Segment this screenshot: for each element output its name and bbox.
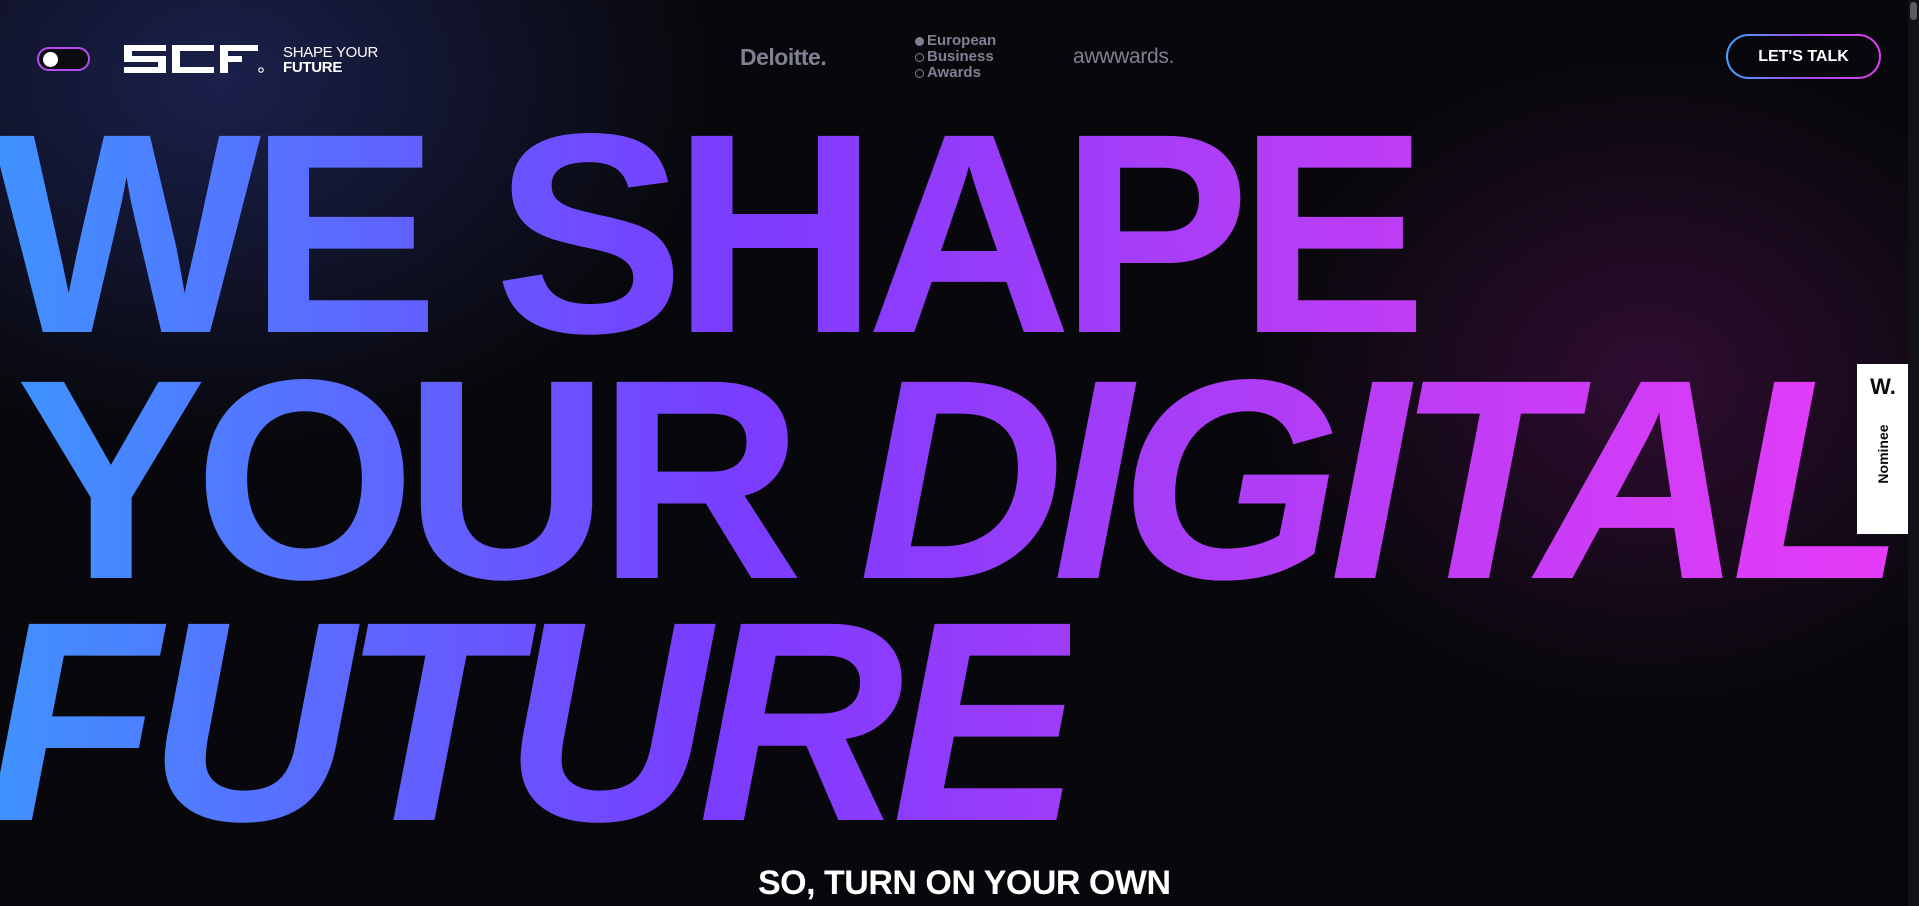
eba-dot-icon — [915, 36, 924, 46]
logo-tagline: SHAPE YOUR FUTURE — [283, 45, 378, 75]
partner-awwwards-logo: awwwards. — [1073, 45, 1175, 68]
scf-logo[interactable] — [124, 45, 264, 73]
eba-dot-icon — [915, 52, 924, 62]
nominee-label: Nominee — [1875, 424, 1891, 484]
toggle-knob — [43, 52, 58, 67]
hero-line-3: FUTURE — [0, 580, 1082, 865]
lets-talk-button[interactable]: LET'S TALK — [1726, 34, 1881, 79]
awwwards-nominee-badge[interactable]: W. Nominee — [1857, 364, 1909, 534]
awwwards-w-icon: W. — [1870, 374, 1896, 399]
scrollbar-thumb[interactable] — [1910, 2, 1917, 20]
tagline-line1: SHAPE YOUR — [283, 44, 379, 61]
tagline-line2: FUTURE — [283, 59, 343, 76]
scrollbar[interactable] — [1908, 0, 1919, 906]
eba-line1: European — [927, 32, 997, 49]
partner-deloitte-logo: Deloitte. — [740, 44, 827, 70]
theme-toggle[interactable] — [37, 47, 90, 71]
hero-subheading: SO, TURN ON YOUR OWN — [758, 864, 1171, 902]
partner-european-business-awards-logo: European Business Awards — [915, 33, 996, 81]
eba-line2: Business — [927, 48, 994, 65]
